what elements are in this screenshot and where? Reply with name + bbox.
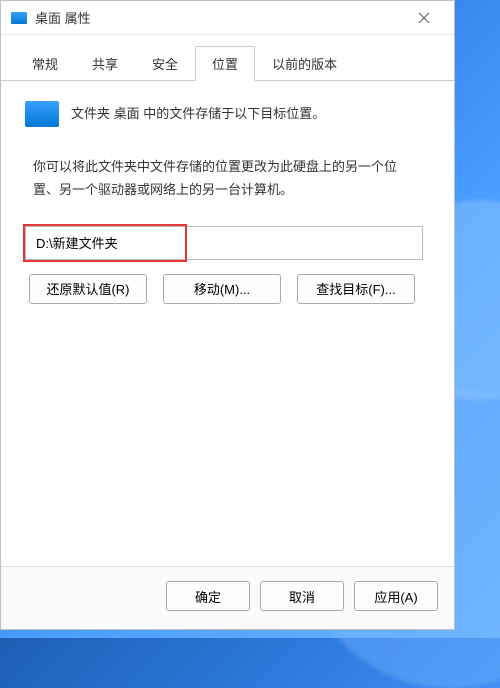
header-text: 文件夹 桌面 中的文件存储于以下目标位置。	[71, 104, 325, 125]
tab-location[interactable]: 位置	[195, 46, 255, 81]
tab-sharing[interactable]: 共享	[75, 46, 135, 81]
close-button[interactable]	[404, 4, 444, 32]
dialog-footer: 确定 取消 应用(A)	[1, 566, 454, 629]
desktop-icon	[25, 101, 59, 127]
tab-security[interactable]: 安全	[135, 46, 195, 81]
cancel-button[interactable]: 取消	[260, 581, 344, 611]
properties-dialog: 桌面 属性 常规 共享 安全 位置 以前的版本 文件夹 桌面 中的文件存储于以下…	[0, 0, 455, 630]
restore-defaults-button[interactable]: 还原默认值(R)	[29, 274, 147, 304]
move-button[interactable]: 移动(M)...	[163, 274, 281, 304]
path-field-wrapper	[25, 226, 430, 260]
desktop-folder-icon	[11, 12, 27, 24]
action-buttons-row: 还原默认值(R) 移动(M)... 查找目标(F)...	[29, 274, 430, 304]
tab-previous-versions[interactable]: 以前的版本	[255, 46, 354, 81]
tab-general[interactable]: 常规	[15, 46, 75, 81]
titlebar: 桌面 属性	[1, 1, 454, 35]
apply-button[interactable]: 应用(A)	[354, 581, 438, 611]
ok-button[interactable]: 确定	[166, 581, 250, 611]
window-title: 桌面 属性	[35, 8, 404, 27]
close-icon	[418, 12, 430, 24]
description-text: 你可以将此文件夹中文件存储的位置更改为此硬盘上的另一个位置、另一个驱动器或网络上…	[33, 155, 422, 202]
tab-content: 文件夹 桌面 中的文件存储于以下目标位置。 你可以将此文件夹中文件存储的位置更改…	[1, 81, 454, 566]
find-target-button[interactable]: 查找目标(F)...	[297, 274, 415, 304]
header-row: 文件夹 桌面 中的文件存储于以下目标位置。	[25, 101, 430, 127]
location-path-input[interactable]	[25, 226, 423, 260]
tab-strip: 常规 共享 安全 位置 以前的版本	[1, 35, 454, 81]
